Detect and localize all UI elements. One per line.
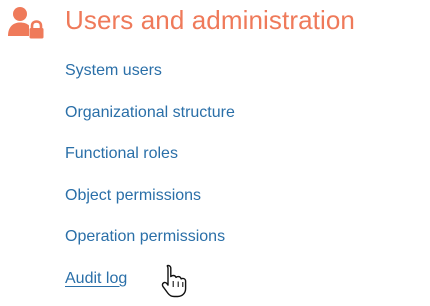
admin-links-list: System users Organizational structure Fu… [65, 57, 235, 306]
list-item: Organizational structure [65, 99, 235, 129]
link-operation-permissions[interactable]: Operation permissions [65, 223, 225, 251]
list-item: Audit log [65, 265, 235, 295]
list-item: Object permissions [65, 182, 235, 212]
section-title: Users and administration [65, 5, 355, 35]
list-item: Functional roles [65, 140, 235, 170]
user-lock-icon [6, 4, 46, 44]
link-audit-log[interactable]: Audit log [65, 265, 127, 293]
link-functional-roles[interactable]: Functional roles [65, 140, 178, 168]
link-system-users[interactable]: System users [65, 57, 162, 85]
link-organizational-structure[interactable]: Organizational structure [65, 99, 235, 127]
users-and-administration-section: Users and administration System users Or… [0, 0, 430, 301]
list-item: Operation permissions [65, 223, 235, 253]
link-object-permissions[interactable]: Object permissions [65, 182, 201, 210]
list-item: System users [65, 57, 235, 87]
